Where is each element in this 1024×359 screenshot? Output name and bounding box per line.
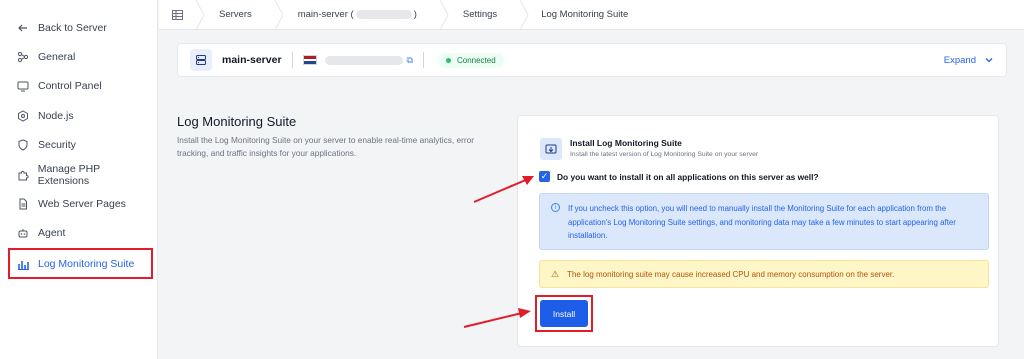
info-alert: i If you uncheck this option, you will n… — [539, 193, 989, 250]
sidebar-item-label: Manage PHP Extensions — [37, 163, 100, 187]
sidebar-item-manage-php-extensions[interactable]: Manage PHP Extensions — [10, 161, 152, 189]
chevron-separator-icon — [519, 0, 529, 30]
server-name: main-server — [222, 54, 282, 66]
nodejs-icon — [16, 109, 30, 123]
sidebar-item-back-to-server[interactable]: Back to Server — [10, 14, 152, 42]
install-panel: Install Log Monitoring Suite Install the… — [517, 115, 999, 347]
sidebar-item-label: Back to Server — [38, 22, 107, 34]
sidebar-item-label: General — [38, 51, 76, 63]
breadcrumb-server[interactable]: main-server () — [284, 0, 439, 30]
warning-icon: ⚠ — [551, 268, 560, 279]
sidebar-item-label: Node.js — [38, 110, 74, 122]
install-button[interactable]: Install — [540, 300, 588, 327]
sidebar-item-security[interactable]: Security — [10, 131, 152, 159]
server-header: main-server ⧉ Connected Expand — [177, 43, 1007, 77]
download-box-icon — [540, 138, 562, 160]
expand-button[interactable]: Expand — [944, 55, 994, 66]
divider — [291, 52, 293, 68]
monitor-icon — [16, 79, 30, 93]
document-icon — [16, 197, 30, 211]
breadcrumb: Servers main-server () Settings Log Moni… — [159, 0, 1024, 30]
netherlands-flag-icon — [302, 55, 317, 65]
arrow-left-icon — [16, 21, 30, 35]
sidebar: Back to Server General Control Panel Nod… — [0, 0, 158, 359]
install-all-apps-checkbox[interactable]: ✓ — [539, 171, 550, 182]
server-icon — [190, 49, 212, 71]
grid-menu-icon[interactable] — [159, 9, 195, 20]
sidebar-item-label: Agent — [38, 227, 66, 239]
warning-text: The log monitoring suite may cause incre… — [567, 269, 895, 279]
warning-alert: ⚠ The log monitoring suite may cause inc… — [539, 260, 989, 288]
chevron-down-icon — [985, 58, 993, 63]
breadcrumb-servers[interactable]: Servers — [205, 0, 274, 30]
chevron-separator-icon — [439, 0, 449, 30]
redacted-ip — [355, 10, 412, 19]
checkbox-label: Do you want to install it on all applica… — [557, 172, 819, 182]
sidebar-item-label: Security — [38, 139, 76, 151]
redacted-ip — [324, 55, 403, 65]
status-badge: Connected — [437, 52, 504, 68]
copy-icon[interactable]: ⧉ — [407, 55, 413, 66]
sidebar-item-nodejs[interactable]: Node.js — [10, 102, 152, 130]
install-subtitle: Install the latest version of Log Monito… — [570, 151, 759, 158]
breadcrumb-current: Log Monitoring Suite — [541, 9, 629, 20]
robot-icon — [16, 226, 30, 240]
sidebar-item-log-monitoring-suite[interactable]: Log Monitoring Suite — [8, 248, 153, 279]
puzzle-icon — [16, 168, 30, 182]
install-title: Install Log Monitoring Suite — [570, 138, 682, 148]
sidebar-item-agent[interactable]: Agent — [10, 219, 152, 247]
section-description: Install the Log Monitoring Suite on your… — [177, 135, 474, 158]
divider — [422, 52, 424, 68]
chevron-separator-icon — [274, 0, 284, 30]
info-text: If you uncheck this option, you will nee… — [568, 204, 956, 240]
breadcrumb-settings[interactable]: Settings — [449, 0, 519, 30]
status-dot-icon — [445, 57, 451, 63]
settings-nodes-icon — [16, 50, 30, 64]
sidebar-item-general[interactable]: General — [10, 43, 152, 71]
sidebar-item-label: Control Panel — [38, 80, 102, 92]
sidebar-item-web-server-pages[interactable]: Web Server Pages — [10, 190, 152, 218]
page-title: Log Monitoring Suite — [177, 114, 297, 129]
sidebar-item-label: Web Server Pages — [38, 198, 126, 210]
shield-icon — [16, 138, 30, 152]
install-button-highlight: Install — [535, 295, 593, 332]
chevron-separator-icon — [195, 0, 205, 30]
sidebar-item-control-panel[interactable]: Control Panel — [10, 72, 152, 100]
info-icon: i — [551, 203, 560, 212]
sidebar-item-label: Log Monitoring Suite — [38, 257, 135, 270]
bar-chart-icon — [16, 257, 30, 271]
